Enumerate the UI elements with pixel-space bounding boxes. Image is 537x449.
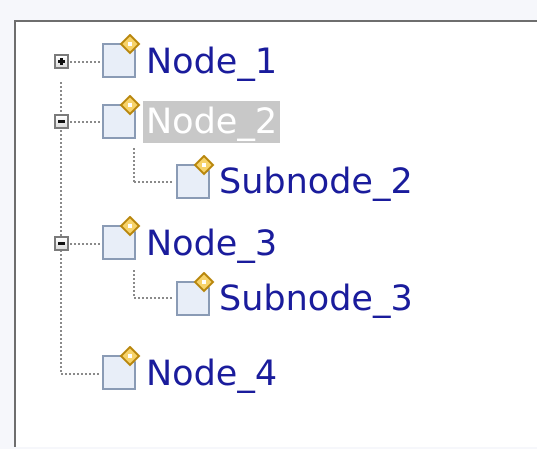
- minus-bar: [58, 242, 65, 245]
- tree-node-4[interactable]: Node_4: [143, 353, 280, 395]
- document-diamond-icon: [176, 155, 218, 199]
- tree-panel: Node_1 Node_2 Subnode_2 Node_3 Subnode_3…: [14, 20, 537, 447]
- tree-subnode-2[interactable]: Subnode_2: [216, 161, 416, 203]
- minus-bar: [58, 120, 65, 123]
- plus-vertical-bar: [60, 58, 63, 65]
- tree-subnode-3[interactable]: Subnode_3: [216, 278, 416, 320]
- document-diamond-icon: [102, 95, 144, 139]
- document-diamond-icon: [102, 216, 144, 260]
- document-diamond-icon: [176, 272, 218, 316]
- tree-node-3[interactable]: Node_3: [143, 223, 280, 265]
- expand-node-1-button[interactable]: [54, 54, 69, 69]
- document-diamond-icon: [102, 34, 144, 78]
- collapse-node-2-button[interactable]: [54, 114, 69, 129]
- tree-node-2[interactable]: Node_2: [143, 101, 281, 143]
- document-diamond-icon: [102, 346, 144, 390]
- tree-node-1[interactable]: Node_1: [143, 41, 280, 83]
- collapse-node-3-button[interactable]: [54, 236, 69, 251]
